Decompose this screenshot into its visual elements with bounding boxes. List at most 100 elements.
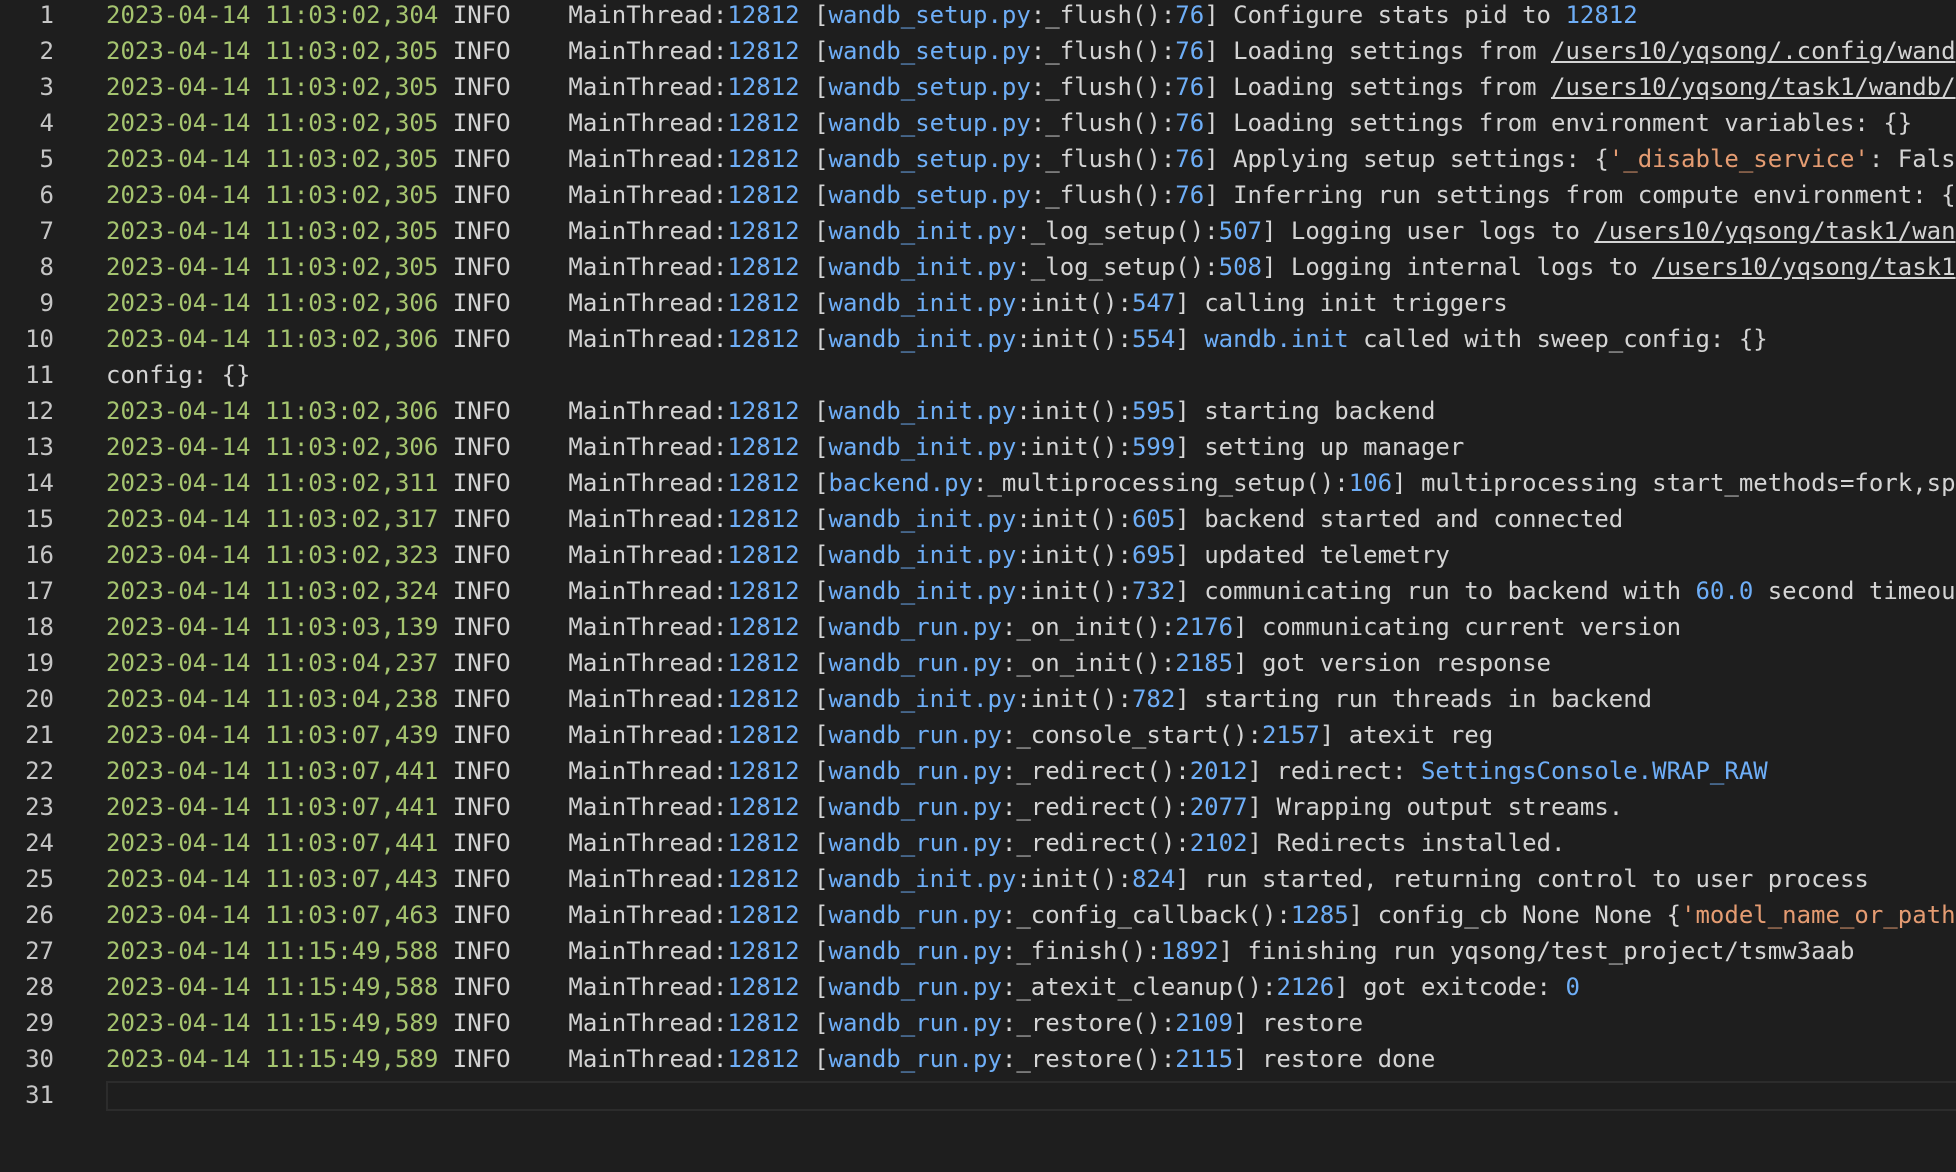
line-content[interactable]: 2023-04-14 11:03:04,238 INFO MainThread:… [106,684,1652,714]
line-content[interactable]: 2023-04-14 11:03:07,463 INFO MainThread:… [106,900,1956,930]
line-content[interactable]: config: {} [106,360,251,390]
log-thread: MainThread: [568,325,728,353]
log-thread: MainThread: [568,613,728,641]
editor-line[interactable]: 12 2023-04-14 11:03:02,306 INFO MainThrea… [0,396,1956,432]
log-message-segment: restore [1261,1009,1364,1037]
line-content[interactable]: 2023-04-14 11:03:02,305 INFO MainThread:… [106,180,1956,210]
line-content[interactable]: 2023-04-14 11:03:07,439 INFO MainThread:… [106,720,1493,750]
bracket: [ [799,289,829,317]
editor-line[interactable]: 17 2023-04-14 11:03:02,324 INFO MainThrea… [0,576,1956,612]
editor-line[interactable]: 1 2023-04-14 11:03:02,304 INFO MainThread… [0,0,1956,36]
editor-line[interactable]: 23 2023-04-14 11:03:07,441 INFO MainThrea… [0,792,1956,828]
log-thread: MainThread: [568,505,728,533]
bracket: ] [1348,901,1378,929]
log-line-number: 76 [1175,145,1205,173]
log-level: INFO [452,397,511,425]
line-content[interactable]: 2023-04-14 11:03:02,306 INFO MainThread:… [106,288,1508,318]
editor-line[interactable]: 21 2023-04-14 11:03:07,439 INFO MainThrea… [0,720,1956,756]
editor-line[interactable]: 5 2023-04-14 11:03:02,305 INFO MainThread… [0,144,1956,180]
bracket: [ [799,901,829,929]
editor-line[interactable]: 7 2023-04-14 11:03:02,305 INFO MainThread… [0,216,1956,252]
editor-line[interactable]: 27 2023-04-14 11:15:49,588 INFO MainThrea… [0,936,1956,972]
line-content[interactable]: 2023-04-14 11:03:02,323 INFO MainThread:… [106,540,1450,570]
line-content[interactable]: 2023-04-14 11:03:02,304 INFO MainThread:… [106,0,1638,30]
editor-line[interactable]: 19 2023-04-14 11:03:04,237 INFO MainThrea… [0,648,1956,684]
line-content[interactable]: 2023-04-14 11:03:07,441 INFO MainThread:… [106,792,1623,822]
log-message-segment: /users10/yqsong/task1/wan [1594,217,1956,245]
line-content[interactable]: 2023-04-14 11:03:03,139 INFO MainThread:… [106,612,1681,642]
line-content[interactable]: 2023-04-14 11:03:02,317 INFO MainThread:… [106,504,1623,534]
bracket: ] [1175,433,1205,461]
line-content[interactable]: 2023-04-14 11:03:02,306 INFO MainThread:… [106,324,1768,354]
line-content[interactable]: 2023-04-14 11:03:02,306 INFO MainThread:… [106,396,1435,426]
line-content[interactable]: 2023-04-14 11:15:49,588 INFO MainThread:… [106,936,1854,966]
log-source-file: wandb_init.py [828,577,1017,605]
line-content[interactable]: 2023-04-14 11:03:02,305 INFO MainThread:… [106,36,1956,66]
line-content[interactable]: 2023-04-14 11:03:07,441 INFO MainThread:… [106,756,1768,786]
editor-line[interactable]: 22 2023-04-14 11:03:07,441 INFO MainThrea… [0,756,1956,792]
editor-line[interactable]: 8 2023-04-14 11:03:02,305 INFO MainThread… [0,252,1956,288]
editor-line[interactable]: 3 2023-04-14 11:03:02,305 INFO MainThread… [0,72,1956,108]
editor-line[interactable]: 16 2023-04-14 11:03:02,323 INFO MainThrea… [0,540,1956,576]
log-message-segment: second timeou [1753,577,1956,605]
line-content[interactable]: 2023-04-14 11:15:49,589 INFO MainThread:… [106,1008,1363,1038]
line-content[interactable]: 2023-04-14 11:03:04,237 INFO MainThread:… [106,648,1551,678]
editor-line[interactable]: 18 2023-04-14 11:03:03,139 INFO MainThrea… [0,612,1956,648]
line-content[interactable]: 2023-04-14 11:03:02,306 INFO MainThread:… [106,432,1464,462]
log-message-segment: called with sweep_config: {} [1348,325,1768,353]
editor-line[interactable]: 2 2023-04-14 11:03:02,305 INFO MainThread… [0,36,1956,72]
line-number: 28 [25,973,54,1001]
log-function: :_flush(): [1030,73,1176,101]
editor-line[interactable]: 10 2023-04-14 11:03:02,306 INFO MainThrea… [0,324,1956,360]
log-line-number: 76 [1175,73,1205,101]
editor-line[interactable]: 4 2023-04-14 11:03:02,305 INFO MainThread… [0,108,1956,144]
editor-line[interactable]: 13 2023-04-14 11:03:02,306 INFO MainThrea… [0,432,1956,468]
editor-line[interactable]: 6 2023-04-14 11:03:02,305 INFO MainThread… [0,180,1956,216]
line-content[interactable]: 2023-04-14 11:03:02,305 INFO MainThread:… [106,144,1956,174]
log-timestamp: 2023-04-14 11:03:02,317 [106,505,439,533]
editor-line[interactable]: 11 config: {} [0,360,1956,396]
log-function: :init(): [1016,505,1132,533]
log-thread: MainThread: [568,289,728,317]
line-content[interactable]: 2023-04-14 11:03:02,305 INFO MainThread:… [106,108,1912,138]
bracket: ] [1233,649,1262,677]
line-content[interactable]: 2023-04-14 11:15:49,588 INFO MainThread:… [106,972,1580,1002]
line-content[interactable]: 2023-04-14 11:03:02,305 INFO MainThread:… [106,72,1956,102]
log-editor[interactable]: 1 2023-04-14 11:03:02,304 INFO MainThread… [0,0,1956,1172]
line-content[interactable]: 2023-04-14 11:03:02,305 INFO MainThread:… [106,252,1956,282]
editor-line[interactable]: 25 2023-04-14 11:03:07,443 INFO MainThrea… [0,864,1956,900]
editor-line[interactable]: 30 2023-04-14 11:15:49,589 INFO MainThrea… [0,1044,1956,1080]
line-content[interactable]: 2023-04-14 11:03:02,311 INFO MainThread:… [106,468,1956,498]
bracket: ] [1247,829,1277,857]
editor-line[interactable]: 29 2023-04-14 11:15:49,589 INFO MainThrea… [0,1008,1956,1044]
log-source-file: wandb_init.py [828,397,1017,425]
editor-line[interactable]: 31 [0,1080,1956,1116]
log-timestamp: 2023-04-14 11:03:07,443 [106,865,439,893]
log-level: INFO [452,577,511,605]
log-message-segment: 60.0 [1695,577,1754,605]
editor-line[interactable]: 15 2023-04-14 11:03:02,317 INFO MainThrea… [0,504,1956,540]
line-content[interactable]: 2023-04-14 11:15:49,589 INFO MainThread:… [106,1044,1435,1074]
editor-line[interactable]: 9 2023-04-14 11:03:02,306 INFO MainThread… [0,288,1956,324]
log-timestamp: 2023-04-14 11:03:02,305 [106,109,439,137]
editor-line[interactable]: 24 2023-04-14 11:03:07,441 INFO MainThrea… [0,828,1956,864]
log-source-file: wandb_setup.py [828,37,1031,65]
line-number: 12 [25,397,54,425]
line-content[interactable]: 2023-04-14 11:03:02,324 INFO MainThread:… [106,576,1956,606]
line-number: 2 [39,37,54,65]
log-line-number: 2109 [1175,1009,1234,1037]
line-content[interactable]: 2023-04-14 11:03:07,443 INFO MainThread:… [106,864,1869,894]
editor-line[interactable]: 14 2023-04-14 11:03:02,311 INFO MainThrea… [0,468,1956,504]
log-level: INFO [452,829,511,857]
editor-line[interactable]: 20 2023-04-14 11:03:04,238 INFO MainThrea… [0,684,1956,720]
bracket: ] [1247,757,1277,785]
line-content[interactable]: 2023-04-14 11:03:02,305 INFO MainThread:… [106,216,1956,246]
line-content[interactable]: 2023-04-14 11:03:07,441 INFO MainThread:… [106,828,1565,858]
editor-line[interactable]: 28 2023-04-14 11:15:49,588 INFO MainThrea… [0,972,1956,1008]
editor-line[interactable]: 26 2023-04-14 11:03:07,463 INFO MainThrea… [0,900,1956,936]
bracket: [ [799,397,829,425]
line-number: 25 [25,865,54,893]
